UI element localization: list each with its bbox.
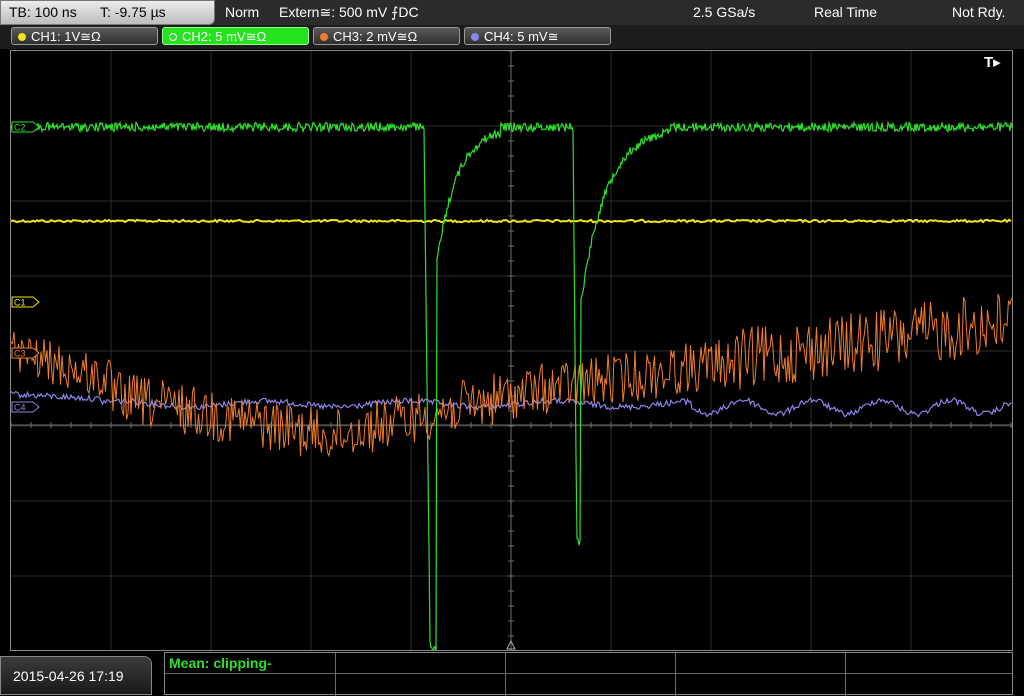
acquisition-status: Not Rdy. <box>952 4 1006 20</box>
ch2-dot-icon <box>169 33 177 41</box>
ch3-label: CH3: 2 mV≅Ω <box>333 29 418 44</box>
ch3-dot-icon <box>320 33 328 41</box>
tab-ch4[interactable]: CH4: 5 mV≅ <box>464 27 611 45</box>
trigger-time-label: T: -9.75 µs <box>100 4 166 20</box>
measurement-divider <box>165 673 1012 674</box>
measurement-column-sep <box>335 653 336 696</box>
ch1-label: CH1: 1V≅Ω <box>31 29 101 44</box>
tab-ch3[interactable]: CH3: 2 mV≅Ω <box>313 27 460 45</box>
measurement-column-sep <box>675 653 676 696</box>
trigger-source[interactable]: Extern≅: 500 mV ⨍DC <box>279 0 419 25</box>
ch4-dot-icon <box>471 33 479 41</box>
acquisition-mode: Real Time <box>814 4 878 20</box>
channel-markers: C2 C1 C3 C4 <box>11 121 40 413</box>
measurement-mean: Mean: clipping- <box>169 655 272 671</box>
tab-ch2[interactable]: CH2: 5 mV≅Ω <box>162 27 309 45</box>
sample-rate: 2.5 GSa/s <box>693 4 756 20</box>
ch4-marker: C4 <box>14 403 26 413</box>
status-bar: TB: 100 ns T: -9.75 µs Norm Extern≅: 500… <box>0 0 1024 25</box>
timebase-label: TB: 100 ns <box>9 4 77 20</box>
measurement-column-sep <box>505 653 506 696</box>
graticule <box>11 51 1012 650</box>
measurement-column-sep <box>845 653 846 696</box>
waveform-svg: C2 C1 C3 C4 <box>11 51 1012 650</box>
trigger-position-marker: T▸ <box>984 54 1001 71</box>
measurement-panel[interactable]: Mean: clipping- <box>164 652 1013 696</box>
trigger-mode[interactable]: Norm <box>225 0 259 25</box>
ch2-label: CH2: 5 mV≅Ω <box>182 29 267 44</box>
ch1-marker: C1 <box>14 298 26 308</box>
date-time: 2015-04-26 17:19 <box>0 656 152 695</box>
timebase-box[interactable]: TB: 100 ns T: -9.75 µs <box>0 0 215 25</box>
ch3-marker: C3 <box>14 349 26 359</box>
channel-bar: CH1: 1V≅Ω CH2: 5 mV≅Ω CH3: 2 mV≅Ω CH4: 5… <box>0 25 1024 49</box>
ch4-label: CH4: 5 mV≅ <box>484 29 559 44</box>
tab-ch1[interactable]: CH1: 1V≅Ω <box>11 27 158 45</box>
ch1-dot-icon <box>18 33 26 41</box>
ch2-marker: C2 <box>14 123 26 133</box>
